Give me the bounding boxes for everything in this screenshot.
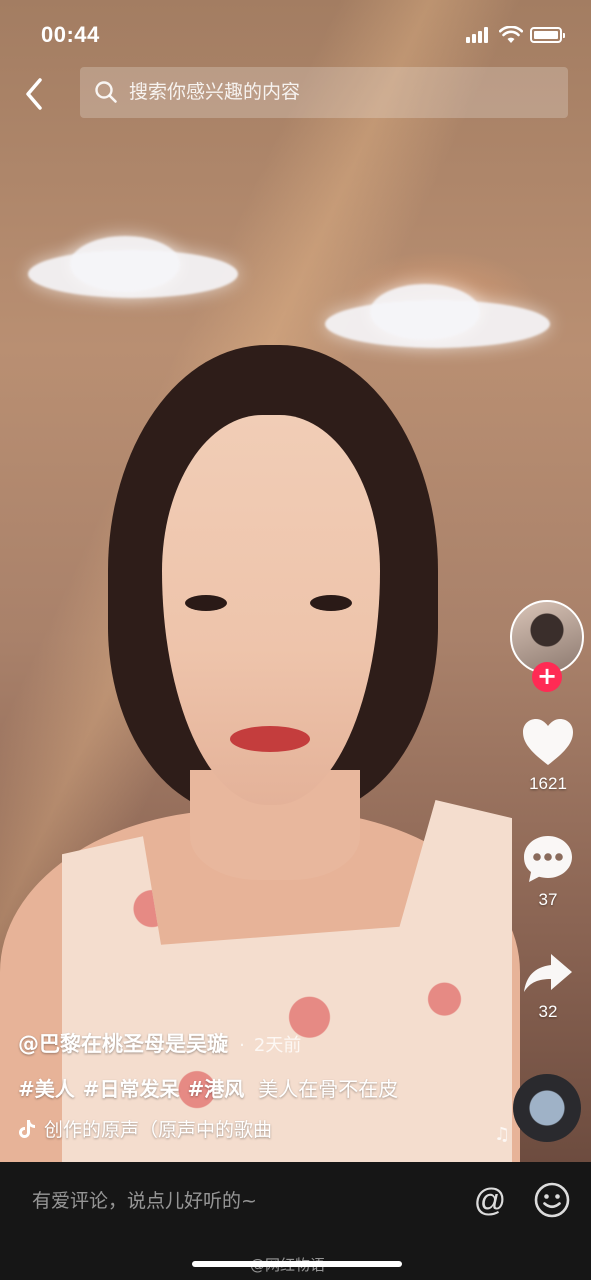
status-bar: 00:44 xyxy=(0,0,591,70)
share-button[interactable]: 32 xyxy=(516,950,580,1022)
search-icon xyxy=(95,81,117,103)
search-input[interactable]: 搜索你感兴趣的内容 xyxy=(80,67,568,118)
subject-lips xyxy=(230,726,310,752)
hashtag-link[interactable]: #日常发呆 xyxy=(83,1077,180,1101)
music-title: 创作的原声（原声中的歌曲 xyxy=(44,1119,273,1141)
heart-icon xyxy=(523,719,573,765)
follow-plus-button[interactable]: + xyxy=(532,662,562,692)
share-arrow-icon xyxy=(524,954,572,992)
hashtag-link[interactable]: #美人 xyxy=(18,1077,75,1101)
battery-icon xyxy=(530,27,565,43)
watermark-text: @网红物语 xyxy=(250,1256,326,1274)
status-time: 00:44 xyxy=(41,22,100,47)
wifi-icon xyxy=(499,26,523,43)
caption-author-row: @巴黎在桃圣母是吴璇 · 2天前 xyxy=(18,1028,301,1058)
cloud-right-top xyxy=(370,284,480,340)
share-count: 32 xyxy=(538,1002,558,1021)
search-placeholder: 搜索你感兴趣的内容 xyxy=(129,81,301,103)
video-player[interactable] xyxy=(0,0,591,1162)
author-name-link[interactable]: @巴黎在桃圣母是吴璇 xyxy=(18,1032,228,1056)
hashtag-link[interactable]: #港风 xyxy=(188,1077,245,1101)
comment-bubble-icon xyxy=(524,836,572,882)
music-note-icon: ♫ xyxy=(494,1124,511,1145)
like-button[interactable]: 1621 xyxy=(516,718,580,794)
caption-description: 美人在骨不在皮 xyxy=(258,1077,399,1101)
cellular-signal-icon xyxy=(466,27,490,43)
like-count: 1621 xyxy=(529,774,567,793)
cloud-left-top xyxy=(70,236,180,292)
comment-count: 37 xyxy=(538,890,558,909)
post-time: 2天前 xyxy=(253,1035,302,1056)
back-arrow-icon[interactable] xyxy=(16,74,52,114)
emoji-icon[interactable] xyxy=(533,1181,571,1219)
music-marquee[interactable]: 创作的原声（原声中的歌曲 xyxy=(18,1115,318,1142)
separator-dot: · xyxy=(239,1035,245,1056)
mention-button[interactable]: @ xyxy=(470,1180,510,1220)
subject-eye-right xyxy=(310,595,352,611)
comment-input[interactable]: 有爱评论，说点儿好听的~ xyxy=(32,1186,257,1213)
music-note-logo-icon xyxy=(19,1120,35,1138)
subject-eye-left xyxy=(185,595,227,611)
comment-button[interactable]: 37 xyxy=(516,834,580,910)
caption-tags-row: #美人 #日常发呆 #港风 美人在骨不在皮 xyxy=(18,1073,398,1102)
music-disc-button[interactable] xyxy=(513,1074,581,1142)
